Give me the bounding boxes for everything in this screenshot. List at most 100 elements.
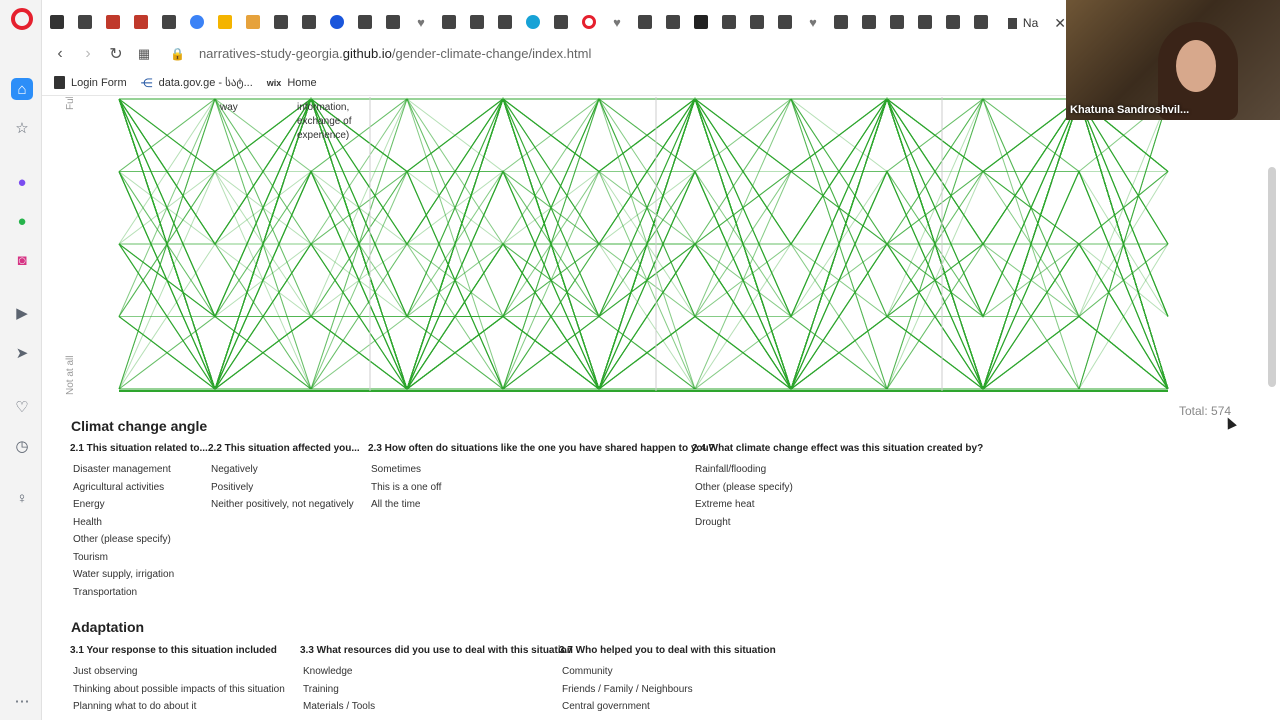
- answer-option[interactable]: Negatively: [211, 464, 258, 475]
- instagram-icon[interactable]: ◙: [11, 249, 33, 271]
- answer-option[interactable]: Disaster management: [73, 464, 171, 475]
- answer-option[interactable]: Extreme heat: [695, 499, 754, 510]
- y-bottom-label: Not at all: [65, 356, 76, 395]
- chart-lines: [118, 97, 1169, 391]
- question-title: 3.3 What resources did you use to deal w…: [300, 645, 573, 656]
- url-field[interactable]: narratives-study-georgia.github.io/gende…: [199, 46, 591, 61]
- tab-doc-icon[interactable]: [890, 15, 904, 29]
- reload-icon[interactable]: ↻: [102, 44, 130, 64]
- tab-doc-icon[interactable]: [302, 15, 316, 29]
- heart-icon[interactable]: ♡: [11, 396, 33, 418]
- history-icon[interactable]: ◷: [11, 435, 33, 457]
- opera-logo-icon[interactable]: [11, 8, 33, 30]
- answer-option[interactable]: Neither positively, not negatively: [211, 499, 354, 510]
- tab-doc-icon[interactable]: [554, 15, 568, 29]
- answer-option[interactable]: Sometimes: [371, 464, 421, 475]
- tab-wix-icon[interactable]: [694, 15, 708, 29]
- bookmark-login-form[interactable]: Login Form: [54, 76, 127, 89]
- tab-doc-icon[interactable]: [974, 15, 988, 29]
- answer-option[interactable]: Knowledge: [303, 666, 352, 677]
- answer-option[interactable]: Drought: [695, 517, 731, 528]
- back-icon[interactable]: ‹: [46, 45, 74, 63]
- tab-tool-icon[interactable]: [106, 15, 120, 29]
- more-icon[interactable]: ⋯: [11, 690, 33, 712]
- answer-option[interactable]: Friends / Family / Neighbours: [562, 684, 693, 695]
- answer-option[interactable]: Rainfall/flooding: [695, 464, 766, 475]
- tab-CEF-icon[interactable]: [526, 15, 540, 29]
- tab-doc-icon[interactable]: [918, 15, 932, 29]
- top-label: way: [219, 102, 238, 113]
- scrollbar[interactable]: [1268, 167, 1276, 387]
- tab-doc-icon[interactable]: [386, 15, 400, 29]
- tab-doc-icon[interactable]: [862, 15, 876, 29]
- tab-O-icon[interactable]: [582, 15, 596, 29]
- whatsapp-icon[interactable]: ●: [11, 210, 33, 232]
- wix-icon: wix: [266, 77, 282, 88]
- send-icon[interactable]: ➤: [11, 342, 33, 364]
- question-title: 2.3 How often do situations like the one…: [368, 443, 715, 454]
- tab-doc-icon[interactable]: [470, 15, 484, 29]
- star-icon[interactable]: ☆: [11, 117, 33, 139]
- answer-option[interactable]: Just observing: [73, 666, 137, 677]
- bookmark-label: Login Form: [71, 76, 127, 89]
- messenger-icon[interactable]: ●: [11, 171, 33, 193]
- home-icon[interactable]: ⌂: [11, 78, 33, 100]
- tab-doc-icon[interactable]: [358, 15, 372, 29]
- answer-option[interactable]: Thinking about possible impacts of this …: [73, 684, 285, 695]
- tab-doc-icon[interactable]: [638, 15, 652, 29]
- question-title: 2.2 This situation affected you...: [208, 443, 360, 454]
- answer-option[interactable]: Community: [562, 666, 613, 677]
- tab-doc-icon[interactable]: [666, 15, 680, 29]
- tab-target-icon[interactable]: [190, 15, 204, 29]
- answer-option[interactable]: Tourism: [73, 552, 108, 563]
- webcam-face: [1176, 40, 1216, 92]
- tab-C-icon[interactable]: [330, 15, 344, 29]
- tab-grid-icon[interactable]: ▦: [130, 46, 158, 62]
- player-icon[interactable]: ▶: [11, 302, 33, 324]
- bookmark-label: Home: [287, 76, 317, 89]
- answer-option[interactable]: Planning what to do about it: [73, 701, 196, 712]
- answer-option[interactable]: Water supply, irrigation: [73, 569, 174, 580]
- bookmark-home[interactable]: wix Home: [267, 77, 317, 89]
- answer-option[interactable]: Health: [73, 517, 102, 528]
- answer-option[interactable]: Central government: [562, 701, 650, 712]
- tab-doc-icon[interactable]: [834, 15, 848, 29]
- active-tab[interactable]: Na ✕: [1000, 9, 1066, 37]
- question-title: 2.1 This situation related to...: [70, 443, 208, 454]
- document-icon: [54, 76, 65, 89]
- answer-option[interactable]: Positively: [211, 482, 253, 493]
- tab-heart-icon[interactable]: ♥: [414, 15, 428, 30]
- tab-doc-icon[interactable]: [722, 15, 736, 29]
- tab-doc-icon[interactable]: [778, 15, 792, 29]
- bulb-icon[interactable]: ♀: [11, 487, 33, 509]
- question-title: 2.4 What climate change effect was this …: [692, 443, 984, 454]
- answer-option[interactable]: This is a one off: [371, 482, 441, 493]
- tab-doc-icon[interactable]: [750, 15, 764, 29]
- tab-heart-icon[interactable]: ♥: [610, 15, 624, 30]
- answer-option[interactable]: Other (please specify): [695, 482, 793, 493]
- question-title: 3.7 Who helped you to deal with this sit…: [559, 645, 776, 656]
- tab-doc-icon[interactable]: [274, 15, 288, 29]
- answer-option[interactable]: Other (please specify): [73, 534, 171, 545]
- tab-doc-icon[interactable]: [498, 15, 512, 29]
- answer-option[interactable]: Training: [303, 684, 339, 695]
- tab-slides-icon[interactable]: [218, 15, 232, 29]
- forward-icon[interactable]: ›: [74, 45, 102, 63]
- tab-doc-icon[interactable]: [442, 15, 456, 29]
- share-icon: ⋲: [140, 75, 153, 90]
- answer-option[interactable]: Transportation: [73, 587, 137, 598]
- bookmark-data-gov[interactable]: ⋲ data.gov.ge - სატ...: [141, 76, 253, 90]
- tab-doc-icon[interactable]: [78, 15, 92, 29]
- answer-option[interactable]: Agricultural activities: [73, 482, 164, 493]
- tab-heart-icon[interactable]: ♥: [806, 15, 820, 30]
- tab-g-icon[interactable]: [246, 15, 260, 29]
- tab-doc-icon[interactable]: [946, 15, 960, 29]
- tab-ID-icon[interactable]: [50, 15, 64, 29]
- tab-tool-icon[interactable]: [134, 15, 148, 29]
- close-icon[interactable]: ✕: [1054, 15, 1066, 32]
- answer-option[interactable]: All the time: [371, 499, 420, 510]
- tab-doc-icon[interactable]: [162, 15, 176, 29]
- y-top-label: Ful: [65, 97, 76, 110]
- answer-option[interactable]: Energy: [73, 499, 105, 510]
- answer-option[interactable]: Materials / Tools: [303, 701, 375, 712]
